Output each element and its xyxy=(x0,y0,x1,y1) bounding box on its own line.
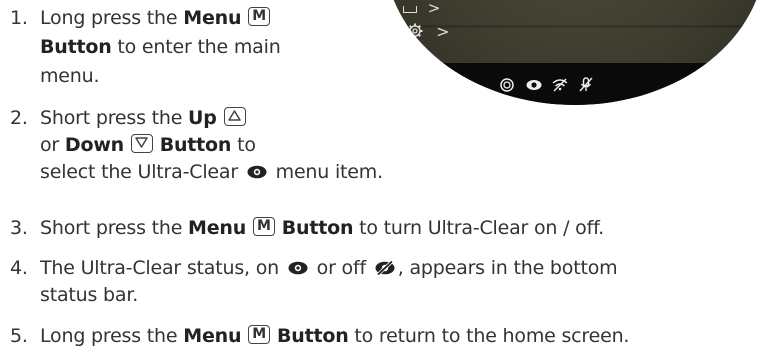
device-screen: > > xyxy=(385,0,765,105)
down-key-icon xyxy=(130,134,153,153)
menu-key-icon: M xyxy=(252,217,275,236)
up-key-icon xyxy=(223,107,246,126)
step-3-line-1: Short press the Menu M Button to turn Ul… xyxy=(40,217,605,239)
eye-icon xyxy=(288,261,308,275)
step-1-line-2: Button to enter the main xyxy=(40,36,281,58)
step-4-line-1: The Ultra-Clear status, on or off , appe… xyxy=(40,257,618,279)
eye-icon xyxy=(526,80,542,90)
menu-item-display: > xyxy=(403,0,440,17)
step-2-line-2: or Down Button to xyxy=(40,134,256,156)
gear-icon xyxy=(407,23,423,39)
menu-key-icon: M xyxy=(248,325,271,344)
step-4-line-2: status bar. xyxy=(40,284,139,306)
eye-icon xyxy=(247,165,267,179)
menu-item-settings: > xyxy=(407,22,450,41)
wifi-off-icon xyxy=(552,78,568,92)
step-1-line-1: Long press the Menu M xyxy=(40,5,271,31)
display-icon xyxy=(403,6,417,13)
menu-key-icon: M xyxy=(248,7,271,26)
eye-off-icon xyxy=(375,261,395,275)
step-1-line-3: menu. xyxy=(40,65,100,87)
step-2-line-3: select the Ultra-Clear menu item. xyxy=(40,161,383,183)
mic-off-icon xyxy=(579,77,593,92)
step-5-line-1: Long press the Menu M Button to return t… xyxy=(40,325,630,347)
compass-icon xyxy=(500,78,514,92)
status-bar xyxy=(385,63,765,105)
step-2-line-1: Short press the Up xyxy=(40,105,247,131)
